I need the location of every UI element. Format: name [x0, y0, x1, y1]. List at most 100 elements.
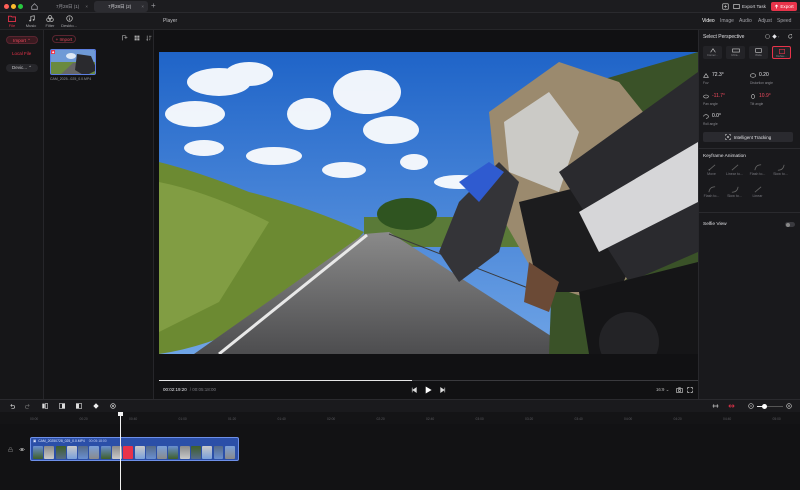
tool-music[interactable]: Music: [23, 14, 39, 28]
tilt-value: 10.9°: [759, 93, 771, 99]
tracking-icon: [725, 134, 731, 140]
perspective-wide-button[interactable]: Wide: [749, 46, 768, 59]
ruler-tick-label: 05:00: [772, 417, 781, 421]
undo-icon[interactable]: [9, 403, 15, 409]
keyframe-animation-title: Keyframe Animation: [703, 154, 746, 159]
grid-view-icon[interactable]: [134, 35, 140, 41]
roll-control[interactable]: 0.0°: [703, 113, 721, 119]
close-tab-icon[interactable]: ×: [141, 1, 144, 12]
tool-desktop[interactable]: Deskto...: [61, 14, 77, 28]
redo-icon[interactable]: [25, 403, 31, 409]
tilt-control[interactable]: 10.9°: [750, 93, 771, 99]
fov-value: 72.3°: [712, 72, 724, 78]
video-clip[interactable]: ▣ CAM_20250728_025_0.0.MP4 00:05:18:00: [30, 437, 239, 461]
freeze-frame-icon[interactable]: [110, 403, 116, 409]
track-visibility-icon[interactable]: [19, 447, 25, 452]
playback-progress-track[interactable]: [159, 380, 698, 381]
perspective-label: Immer...: [707, 53, 718, 57]
minimize-window-button[interactable]: [11, 4, 16, 9]
zoom-window-button[interactable]: [18, 4, 23, 9]
filmstrip-frame: [202, 445, 213, 459]
export-button[interactable]: Export: [771, 2, 797, 11]
next-frame-icon[interactable]: [440, 387, 446, 393]
add-folder-icon[interactable]: [122, 35, 128, 41]
sort-icon[interactable]: [146, 35, 152, 41]
close-window-button[interactable]: [4, 4, 9, 9]
video-preview[interactable]: [159, 52, 698, 354]
previous-frame-icon[interactable]: [411, 387, 417, 393]
aspect-ratio-select[interactable]: 16:9 ⌄: [656, 387, 669, 393]
trim-right-icon[interactable]: [76, 403, 82, 409]
tab-project-2[interactable]: 7月28日 (2) ×: [94, 1, 148, 12]
add-keyframe-icon[interactable]: [93, 403, 99, 409]
tab-audio[interactable]: Audio: [739, 18, 752, 24]
tab-video[interactable]: Video: [702, 18, 715, 24]
trim-left-icon[interactable]: [59, 403, 65, 409]
keyframe-preset-flash-to[interactable]: Flash to...: [748, 163, 767, 176]
keyframe-preset-linear[interactable]: Linear: [748, 185, 767, 198]
tab-adjust[interactable]: Adjust: [758, 18, 772, 24]
selfie-view-toggle[interactable]: [785, 222, 795, 227]
fov-control[interactable]: 72.3°: [703, 72, 724, 78]
tool-filter[interactable]: Filter: [42, 14, 58, 28]
media-clip-thumbnail[interactable]: ◆: [50, 49, 96, 75]
filmstrip-frame: [33, 445, 43, 459]
info-icon[interactable]: [765, 34, 770, 39]
keyframe-preset-slow-to-2[interactable]: Slow to...: [725, 185, 744, 198]
playhead[interactable]: [118, 412, 123, 490]
clip-filmstrip: [31, 444, 238, 460]
chevron-right-icon[interactable]: ›: [778, 34, 779, 39]
import-source-button[interactable]: Import ⌃: [6, 36, 38, 44]
device-source-button[interactable]: Devic... ⌃: [6, 64, 38, 72]
magnet-icon[interactable]: [728, 403, 735, 409]
export-task-button[interactable]: Export Task: [733, 1, 766, 12]
link-icon[interactable]: [712, 403, 719, 409]
tilt-label: Tilt angle: [750, 102, 764, 106]
info-circle-icon: [61, 14, 77, 23]
tab-image[interactable]: Image: [720, 18, 734, 24]
filmstrip-frame: [66, 445, 77, 459]
media-source-sidebar: Import ⌃ Local File Devic... ⌃: [0, 30, 44, 399]
media-library-panel: + Import ◆ CAM_2025...025_0.0.MP4: [44, 30, 154, 399]
tab-speed[interactable]: Speed: [777, 18, 791, 24]
distortion-control[interactable]: 0.20: [750, 72, 769, 78]
perspective-immersive-button[interactable]: Immer...: [703, 46, 722, 59]
playhead-handle[interactable]: [118, 412, 123, 416]
pan-control[interactable]: -11.7°: [703, 93, 725, 99]
snapshot-icon[interactable]: [676, 387, 683, 393]
clip-badge: ◆: [51, 50, 56, 54]
keyframe-preset-slow-to[interactable]: Slow to...: [771, 163, 790, 176]
sidebar-item-local-file[interactable]: Local File: [12, 51, 31, 56]
reset-icon[interactable]: [788, 34, 793, 39]
tab-project-1[interactable]: 7月28日 (1) ×: [42, 1, 92, 12]
current-time: 00:02:19:20: [163, 387, 187, 392]
intelligent-tracking-button[interactable]: Intelligent Tracking: [703, 132, 793, 142]
fullscreen-icon[interactable]: [687, 387, 693, 393]
keyframe-diamond-icon[interactable]: [772, 34, 777, 39]
fov-label: Fov: [703, 81, 709, 85]
zoom-slider[interactable]: [757, 404, 783, 409]
home-icon[interactable]: [31, 3, 38, 10]
slow-icon: [771, 163, 790, 171]
zoom-in-icon[interactable]: [786, 403, 792, 409]
tool-file[interactable]: File: [4, 14, 20, 28]
track-lock-icon[interactable]: [8, 447, 13, 452]
total-time: / 00:05:18:00: [189, 387, 217, 392]
import-media-button[interactable]: + Import: [52, 35, 76, 43]
filmstrip-frame: [78, 445, 89, 459]
filmstrip-frame: [224, 445, 235, 459]
perspective-ultra-wide-button[interactable]: Ultra...: [726, 46, 745, 59]
zoom-out-icon[interactable]: [748, 403, 754, 409]
keyframe-label: Linear: [752, 194, 763, 198]
split-icon[interactable]: [42, 403, 48, 409]
ruler-tick-label: 04:20: [673, 417, 682, 421]
keyframe-preset-move[interactable]: Move: [702, 163, 721, 176]
zoom-slider-handle[interactable]: [762, 404, 767, 409]
keyframe-preset-flash-to-2[interactable]: Flash to...: [702, 185, 721, 198]
play-icon[interactable]: [425, 386, 432, 394]
ruler-tick-label: 03:20: [525, 417, 534, 421]
close-tab-icon[interactable]: ×: [85, 1, 88, 12]
perspective-default-button[interactable]: Defau...: [772, 46, 791, 59]
new-tab-button[interactable]: +: [151, 1, 156, 10]
keyframe-preset-linear-to[interactable]: Linear to...: [725, 163, 744, 176]
